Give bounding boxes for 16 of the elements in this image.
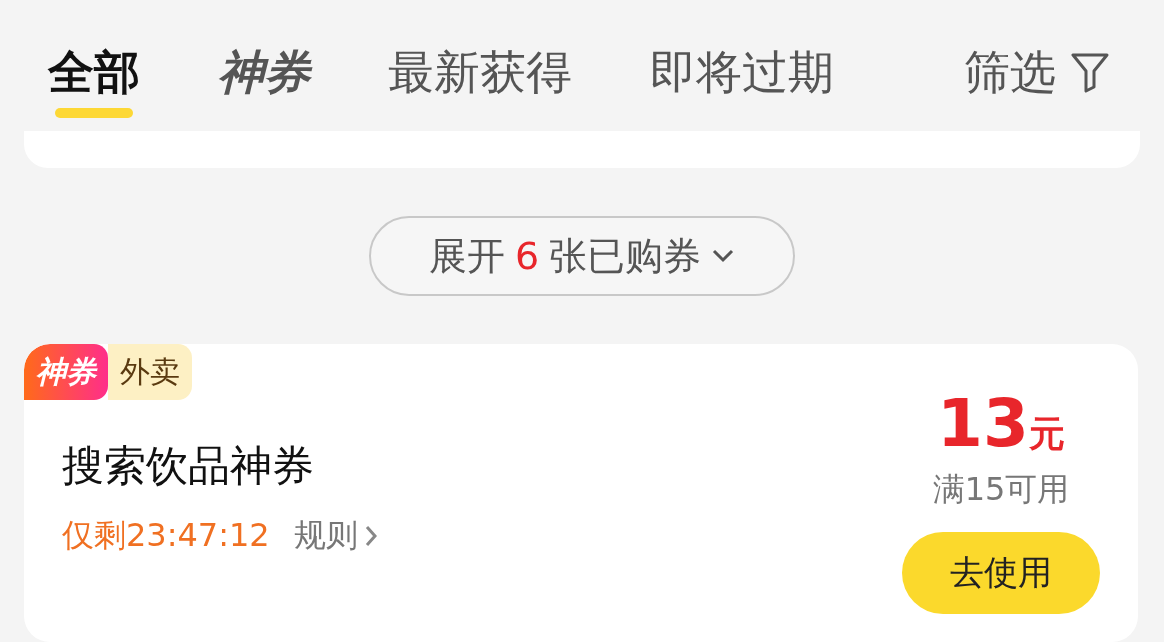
usage-condition: 满15可用	[932, 469, 1070, 511]
chevron-right-icon	[363, 524, 378, 549]
countdown-text: 仅剩23:47:12	[62, 515, 270, 557]
tab[interactable]: 全部	[48, 42, 140, 118]
coupon-tag: 外卖	[108, 344, 192, 401]
filter-icon[interactable]	[1070, 51, 1110, 93]
coupon-title: 搜索饮品神券	[62, 440, 315, 493]
filter-button[interactable]: 筛选	[964, 42, 1056, 102]
tab[interactable]: 最新获得	[388, 42, 572, 118]
use-button[interactable]: 去使用	[902, 532, 1100, 615]
coupon-price: 13元	[937, 384, 1065, 465]
chevron-down-icon	[711, 248, 736, 265]
tab[interactable]: 即将过期	[650, 42, 834, 118]
expand-button[interactable]: 展开 6 张已购券	[368, 216, 796, 297]
coupon-tag: 神券	[24, 344, 108, 401]
rules-link[interactable]: 规则	[293, 514, 378, 559]
